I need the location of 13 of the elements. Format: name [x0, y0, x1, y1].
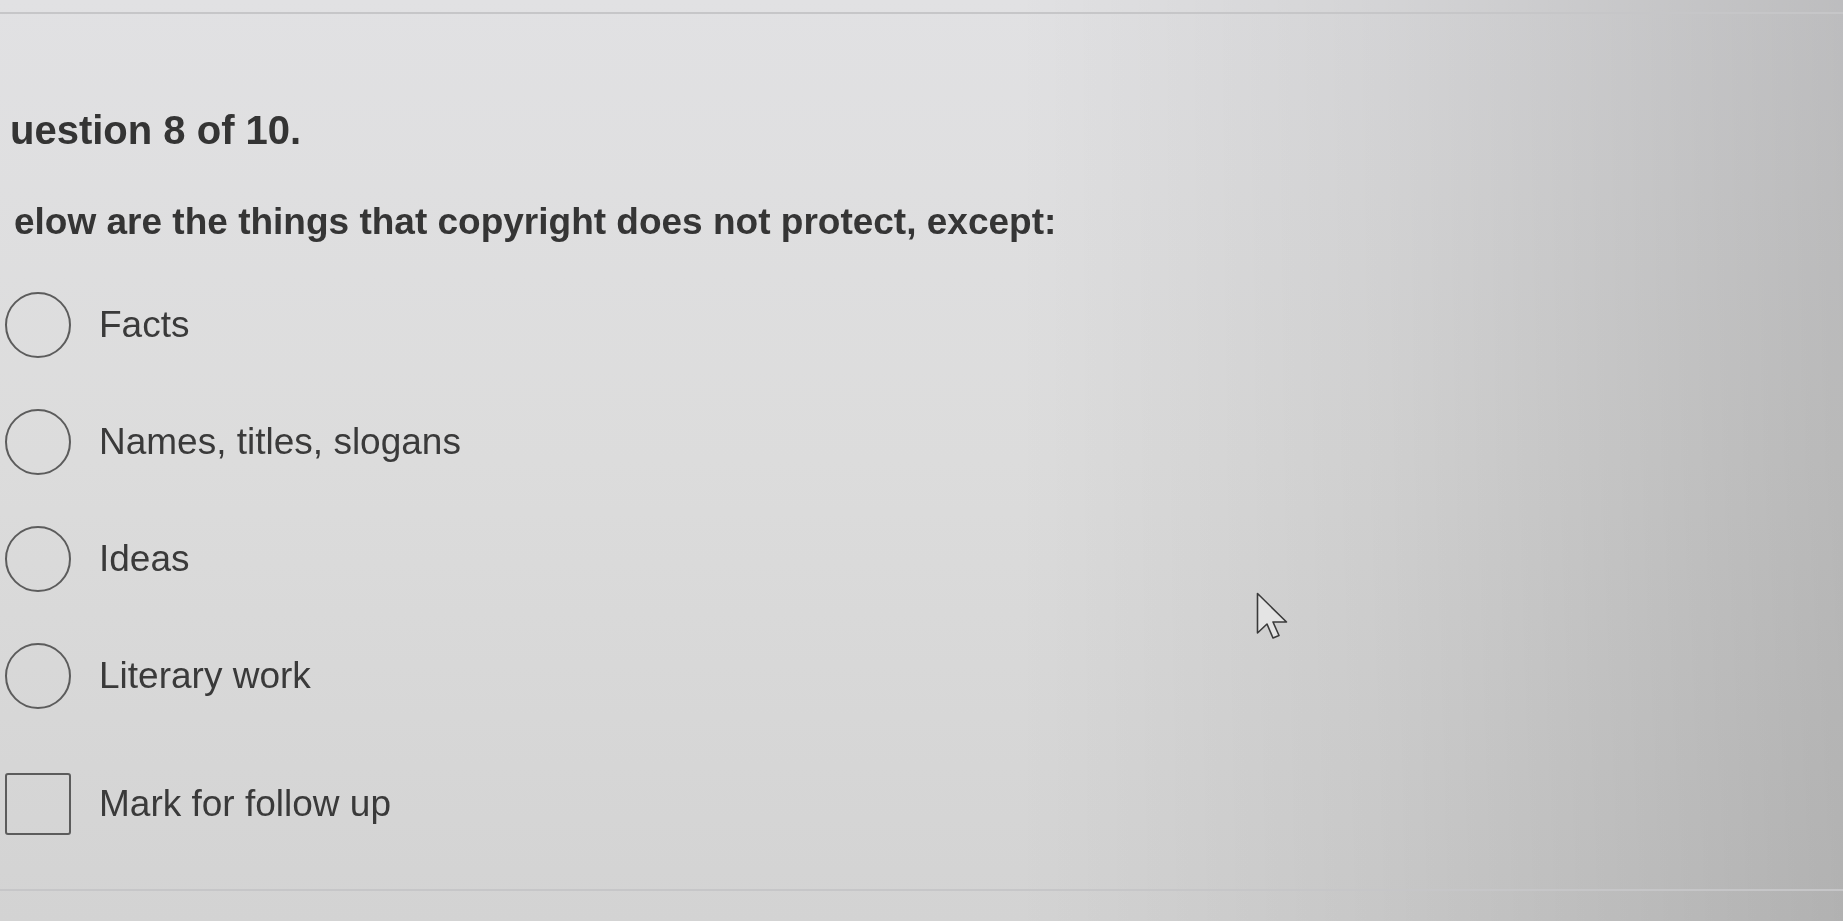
radio-button[interactable]: [5, 526, 71, 592]
radio-button[interactable]: [5, 643, 71, 709]
option-label: Ideas: [99, 537, 190, 581]
option-label: Names, titles, slogans: [99, 420, 461, 464]
option-label: Literary work: [99, 654, 311, 698]
checkbox[interactable]: [5, 773, 71, 835]
radio-button[interactable]: [5, 409, 71, 475]
radio-button[interactable]: [5, 292, 71, 358]
checkbox-label: Mark for follow up: [99, 782, 391, 826]
question-counter: uestion 8 of 10.: [9, 107, 302, 153]
question-text: elow are the things that copyright does not protect, except:: [13, 200, 1057, 244]
option-label: Facts: [99, 303, 190, 347]
cursor-icon: [1256, 592, 1288, 640]
